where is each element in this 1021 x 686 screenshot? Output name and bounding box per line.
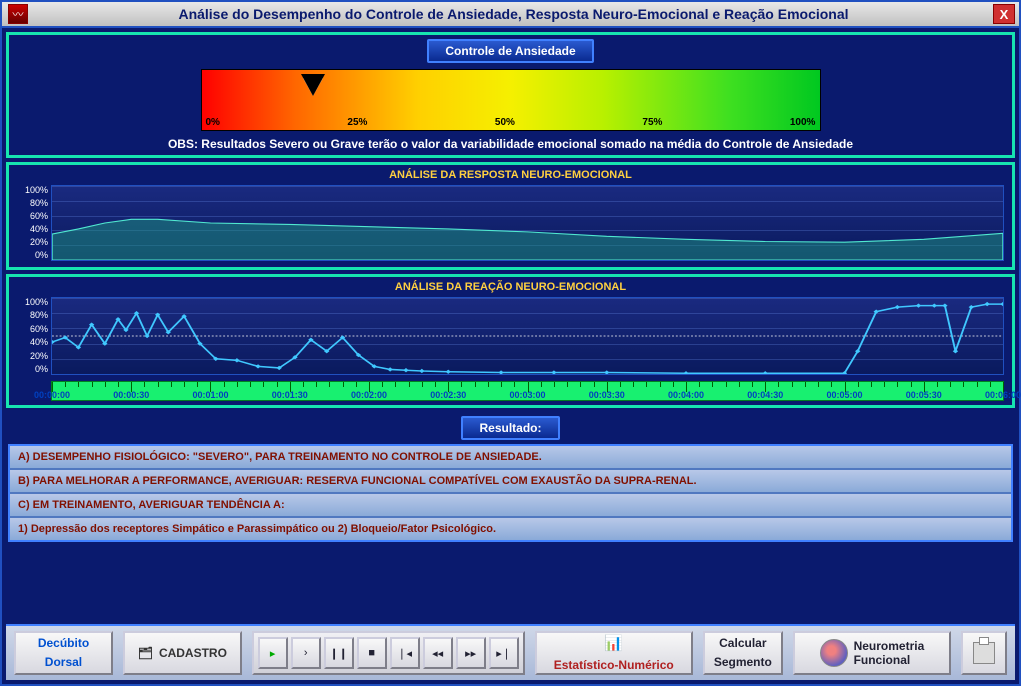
ylabel: 0% (12, 365, 48, 374)
ylabel: 20% (12, 352, 48, 361)
play-button[interactable]: ▸ (258, 637, 288, 669)
stop-button[interactable]: ■ (357, 637, 387, 669)
neurometria-funcional-button[interactable]: Neurometria Funcional (793, 631, 951, 675)
ylabel: 20% (12, 238, 48, 247)
result-header: Resultado: (461, 416, 559, 440)
pause-button[interactable]: ❙❙ (324, 637, 354, 669)
gauge-bar: 0% 25% 50% 75% 100% (201, 69, 821, 131)
result-row: B) PARA MELHORAR A PERFORMANCE, AVERIGUA… (10, 470, 1011, 494)
barchart-icon: 📊 (604, 634, 623, 652)
result-row: 1) Depressão dos receptores Simpático e … (10, 518, 1011, 540)
chart1-panel: ANÁLISE DA RESPOSTA NEURO-EMOCIONAL 100%… (6, 162, 1015, 270)
transport-panel: ▸ › ❙❙ ■ ❘◂ ◂◂ ▸▸ ▸❘ (252, 631, 525, 675)
chart2-svg (52, 298, 1003, 374)
result-row: C) EM TREINAMENTO, AVERIGUAR TENDÊNCIA A… (10, 494, 1011, 518)
chart1-body: 100% 80% 60% 40% 20% 0% (51, 185, 1004, 261)
prev-all-button[interactable]: ❘◂ (390, 637, 420, 669)
chart1-ylabels: 100% 80% 60% 40% 20% 0% (12, 186, 48, 260)
time-axis: 00:00:0000:00:3000:01:0000:01:3000:02:00… (51, 381, 1004, 401)
cadastro-label: CADASTRO (159, 646, 227, 660)
result-row: A) DESEMPENHO FISIOLÓGICO: "SEVERO", PAR… (10, 446, 1011, 470)
calc-line1: Calcular (719, 637, 766, 650)
print-button[interactable] (961, 631, 1007, 675)
main-area: Controle de Ansiedade 0% 25% 50% 75% 100… (2, 28, 1019, 684)
chart2-ylabels: 100% 80% 60% 40% 20% 0% (12, 298, 48, 374)
close-button[interactable]: X (993, 4, 1015, 24)
chart2-title: ANÁLISE DA REAÇÃO NEURO-EMOCIONAL (9, 277, 1012, 297)
printer-icon (973, 642, 995, 664)
neuro-line1: Neurometria (854, 639, 925, 653)
gauge-tick: 100% (790, 117, 816, 128)
ylabel: 80% (12, 199, 48, 208)
result-rows: A) DESEMPENHO FISIOLÓGICO: "SEVERO", PAR… (8, 444, 1013, 542)
calc-line2: Segmento (714, 656, 772, 669)
ylabel: 60% (12, 325, 48, 334)
gauge-tick: 0% (206, 117, 220, 128)
titlebar: 〰 Análise do Desempenho do Controle de A… (2, 2, 1019, 28)
chart2-body: 100% 80% 60% 40% 20% 0% (51, 297, 1004, 375)
gauge-tick: 25% (347, 117, 367, 128)
chart1-title: ANÁLISE DA RESPOSTA NEURO-EMOCIONAL (9, 165, 1012, 185)
next-all-button[interactable]: ▸❘ (489, 637, 519, 669)
gauge-panel: Controle de Ansiedade 0% 25% 50% 75% 100… (6, 32, 1015, 158)
gauge-observation: OBS: Resultados Severo ou Grave terão o … (13, 137, 1008, 151)
estatistico-numerico-button[interactable]: 📊 Estatístico-Numérico (535, 631, 693, 675)
gauge-tick: 75% (642, 117, 662, 128)
ylabel: 100% (12, 186, 48, 195)
ylabel: 40% (12, 225, 48, 234)
gauge-header: Controle de Ansiedade (427, 39, 593, 63)
ylabel: 80% (12, 311, 48, 320)
ylabel: 40% (12, 338, 48, 347)
gauge-marker (303, 78, 323, 96)
bottom-toolbar: Decúbito Dorsal 🗂 CADASTRO ▸ › ❙❙ ■ ❘◂ ◂… (6, 624, 1015, 680)
rewind-button[interactable]: ◂◂ (423, 637, 453, 669)
est-num-label: Estatístico-Numérico (554, 658, 674, 672)
gauge-tick: 50% (495, 117, 515, 128)
chart1-svg (52, 186, 1003, 260)
app-icon: 〰 (8, 4, 28, 24)
gauge-ticks: 0% 25% 50% 75% 100% (202, 117, 820, 128)
ylabel: 0% (12, 251, 48, 260)
window-title: Análise do Desempenho do Controle de Ans… (34, 6, 993, 22)
ylabel: 100% (12, 298, 48, 307)
calcular-segmento-button[interactable]: Calcular Segmento (703, 631, 783, 675)
cadastro-button[interactable]: 🗂 CADASTRO (123, 631, 242, 675)
forward-button[interactable]: ▸▸ (456, 637, 486, 669)
neuro-line2: Funcional (854, 653, 925, 667)
chart2-panel: ANÁLISE DA REAÇÃO NEURO-EMOCIONAL 100% 8… (6, 274, 1015, 408)
step-button[interactable]: › (291, 637, 321, 669)
ylabel: 60% (12, 212, 48, 221)
decubito-line2: Dorsal (45, 656, 82, 669)
brain-icon (820, 639, 848, 667)
decubito-line1: Decúbito (38, 637, 89, 650)
decubito-button[interactable]: Decúbito Dorsal (14, 631, 113, 675)
card-icon: 🗂 (138, 646, 153, 660)
